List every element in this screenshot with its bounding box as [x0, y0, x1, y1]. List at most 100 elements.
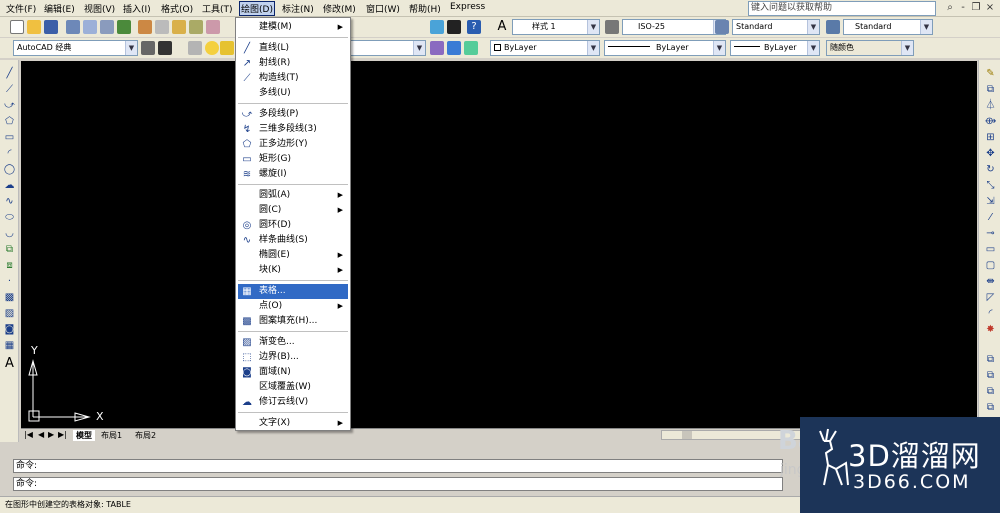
- help-search-input[interactable]: 键入问题以获取帮助: [748, 1, 936, 16]
- menu-insert[interactable]: 插入(I): [123, 2, 151, 15]
- menu-format[interactable]: 格式(O): [161, 2, 193, 15]
- tab-nav-prev-icon[interactable]: ◀: [38, 430, 44, 439]
- draw-menu-item[interactable]: ⬠ 正多边形(Y): [238, 137, 348, 152]
- menu-file[interactable]: 文件(F): [6, 2, 36, 15]
- draw-menu-item[interactable]: 区域覆盖(W): [238, 380, 348, 395]
- tab-nav-last-icon[interactable]: ▶|: [58, 430, 67, 439]
- rectangle-icon[interactable]: ▭: [0, 130, 19, 145]
- draw-menu-item[interactable]: ▭ 矩形(G): [238, 152, 348, 167]
- plotstyle-select[interactable]: 随颜色 ▼: [826, 40, 914, 56]
- menu-tools[interactable]: 工具(T): [202, 2, 233, 15]
- draw-menu-item[interactable]: ∿ 样条曲线(S): [238, 233, 348, 248]
- menu-express[interactable]: Express: [450, 2, 485, 12]
- copy-object-icon[interactable]: ⧉: [981, 82, 1000, 97]
- search-icon[interactable]: ⌕: [944, 1, 956, 15]
- rotate-icon[interactable]: ↻: [981, 162, 1000, 177]
- insert-block-icon[interactable]: ⧉: [0, 242, 19, 257]
- trim-icon[interactable]: ⁄: [981, 210, 1000, 225]
- draw-menu-item[interactable]: ↯ 三维多段线(3): [238, 122, 348, 137]
- block-editor-icon[interactable]: [206, 20, 220, 34]
- array-icon[interactable]: ⊞: [981, 130, 1000, 145]
- draw-menu-item[interactable]: ▩ 图案填充(H)...: [238, 314, 348, 329]
- multiline-text-icon[interactable]: A: [0, 356, 19, 371]
- draw-menu-item[interactable]: ⬚ 边界(B)...: [238, 350, 348, 365]
- plot-icon[interactable]: [66, 20, 80, 34]
- close-icon[interactable]: ×: [984, 1, 996, 15]
- publish-icon[interactable]: [100, 20, 114, 34]
- draw-menu-item[interactable]: ◎ 圆环(D): [238, 218, 348, 233]
- table-icon[interactable]: ▦: [0, 338, 19, 353]
- draw-menu-item[interactable]: 圆弧(A) ▶: [238, 188, 348, 203]
- erase-icon[interactable]: ✎: [981, 66, 1000, 81]
- draw-menu-item[interactable]: 圆(C) ▶: [238, 203, 348, 218]
- make-current-layer-icon[interactable]: [430, 41, 444, 55]
- restore-icon[interactable]: ❐: [970, 1, 982, 15]
- draw-menu-item[interactable]: ≋ 螺旋(I): [238, 167, 348, 182]
- menu-draw[interactable]: 绘图(D): [239, 1, 275, 16]
- 3d-dwf-icon[interactable]: [117, 20, 131, 34]
- multileader-style-icon[interactable]: [826, 20, 840, 34]
- save-icon[interactable]: [44, 20, 58, 34]
- draworder-front-icon[interactable]: ⧉: [981, 368, 1000, 383]
- multileader-style-select[interactable]: Standard ▼: [843, 19, 933, 35]
- menu-window[interactable]: 窗口(W): [366, 2, 400, 15]
- dim-style-select[interactable]: ISO-25▼: [622, 19, 726, 35]
- gradient-icon[interactable]: ▨: [0, 306, 19, 321]
- tab-layout1[interactable]: 布局1: [101, 430, 122, 441]
- paste-icon[interactable]: [172, 20, 186, 34]
- scale-icon[interactable]: ⤡: [981, 178, 1000, 193]
- draw-menu-item[interactable]: ☁ 修订云线(V): [238, 395, 348, 410]
- polyline-icon[interactable]: ⤻: [0, 98, 19, 113]
- join-icon[interactable]: ⇼: [981, 274, 1000, 289]
- ellipse-arc-icon[interactable]: ◡: [0, 226, 19, 241]
- arc-icon[interactable]: ◜: [0, 146, 19, 161]
- draw-menu-item[interactable]: 点(O) ▶: [238, 299, 348, 314]
- offset-icon[interactable]: ⟴: [981, 114, 1000, 129]
- table-style-select[interactable]: Standard ▼: [732, 19, 820, 35]
- text-style-icon[interactable]: A: [495, 20, 509, 34]
- draworder-above-icon[interactable]: ⧉: [981, 400, 1000, 415]
- region-icon[interactable]: ◙: [0, 322, 19, 337]
- workspace-select[interactable]: AutoCAD 经典 ▼: [13, 40, 138, 56]
- lightbulb-icon[interactable]: [205, 41, 219, 55]
- save-workspace-icon[interactable]: [158, 41, 172, 55]
- menu-modify[interactable]: 修改(M): [323, 2, 356, 15]
- draworder-back-icon[interactable]: ⧉: [981, 384, 1000, 399]
- xline-icon[interactable]: ⟋: [0, 82, 19, 97]
- draw-menu-item[interactable]: 椭圆(E) ▶: [238, 248, 348, 263]
- text-style-select[interactable]: 样式 1 ▼: [512, 19, 600, 35]
- draw-menu-item[interactable]: ◙ 面域(N): [238, 365, 348, 380]
- command-input[interactable]: 命令:: [13, 477, 783, 491]
- sheet-set-icon[interactable]: [430, 20, 444, 34]
- lineweight-select[interactable]: ByLayer ▼: [730, 40, 820, 56]
- ellipse-icon[interactable]: ⬭: [0, 210, 19, 225]
- extend-icon[interactable]: ⊸: [981, 226, 1000, 241]
- fillet-icon[interactable]: ◜: [981, 306, 1000, 321]
- drawing-canvas[interactable]: Y X: [21, 61, 977, 428]
- linetype-select[interactable]: ByLayer ▼: [604, 40, 726, 56]
- minimize-icon[interactable]: -: [957, 1, 969, 15]
- menu-dimension[interactable]: 标注(N): [282, 2, 314, 15]
- chamfer-icon[interactable]: ◸: [981, 290, 1000, 305]
- line-icon[interactable]: ╱: [0, 66, 19, 81]
- draw-menu-item[interactable]: 多线(U): [238, 86, 348, 101]
- table-style-icon[interactable]: [715, 20, 729, 34]
- draw-menu-item[interactable]: 文字(X) ▶: [238, 416, 348, 431]
- stretch-icon[interactable]: ⇲: [981, 194, 1000, 209]
- menu-help[interactable]: 帮助(H): [409, 2, 441, 15]
- make-block-icon[interactable]: ⧈: [0, 258, 19, 273]
- sun-icon[interactable]: [220, 41, 234, 55]
- point-icon[interactable]: ·: [0, 274, 19, 289]
- copy-icon[interactable]: [155, 20, 169, 34]
- draw-menu-item[interactable]: ▨ 渐变色...: [238, 335, 348, 350]
- new-icon[interactable]: [10, 20, 24, 34]
- cut-icon[interactable]: [138, 20, 152, 34]
- draw-menu-item[interactable]: 建模(M) ▶: [238, 20, 348, 35]
- polygon-icon[interactable]: ⬠: [0, 114, 19, 129]
- tab-nav-next-icon[interactable]: ▶: [48, 430, 54, 439]
- explode-icon[interactable]: ✸: [981, 322, 1000, 337]
- draw-menu-item[interactable]: ⟋ 构造线(T): [238, 71, 348, 86]
- draw-menu-item[interactable]: ↗ 射线(R): [238, 56, 348, 71]
- tab-nav-first-icon[interactable]: |◀: [24, 430, 33, 439]
- menu-view[interactable]: 视图(V): [84, 2, 115, 15]
